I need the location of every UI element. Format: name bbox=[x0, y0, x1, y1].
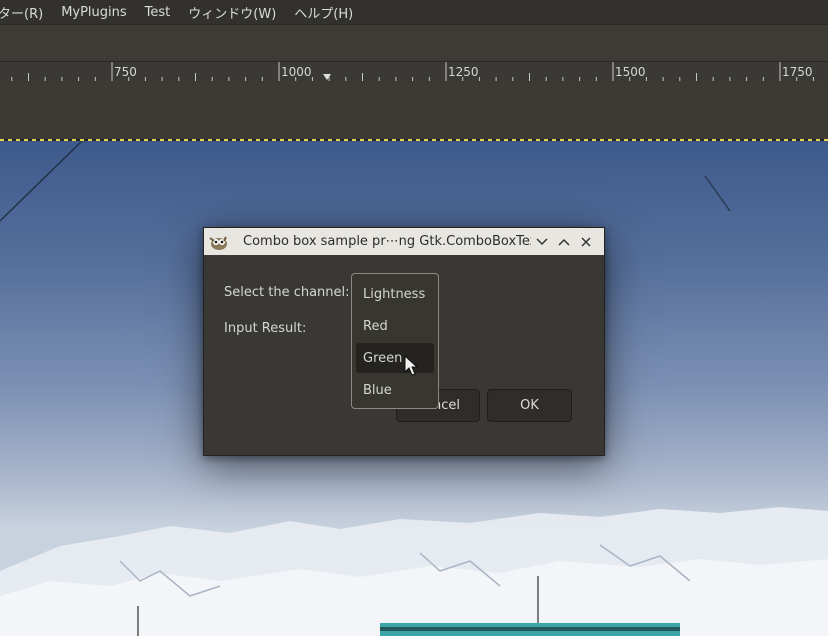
option-blue[interactable]: Blue bbox=[356, 375, 434, 405]
option-lightness[interactable]: Lightness bbox=[356, 279, 434, 309]
ruler-label: 1250 bbox=[448, 65, 479, 79]
dialog-title: Combo box sample pr⋯ng Gtk.ComboBoxText bbox=[243, 234, 531, 249]
channel-dropdown-popup: Lightness Red Green Blue bbox=[351, 273, 439, 409]
tool-options-strip bbox=[0, 24, 828, 62]
canvas-padding bbox=[0, 81, 828, 139]
menu-help[interactable]: ヘルプ(H) bbox=[285, 3, 362, 22]
channel-label: Select the channel: bbox=[224, 285, 350, 300]
ruler-label: 1750 bbox=[782, 65, 813, 79]
menu-myplugins[interactable]: MyPlugins bbox=[52, 5, 135, 20]
menu-filters[interactable]: ター(R) bbox=[0, 3, 52, 22]
input-result-label: Input Result: bbox=[224, 321, 307, 336]
dialog-titlebar[interactable]: Combo box sample pr⋯ng Gtk.ComboBoxText bbox=[204, 228, 604, 255]
ruler-label: 1000 bbox=[281, 65, 312, 79]
chevron-up-icon[interactable] bbox=[553, 231, 575, 253]
ruler-pointer-marker bbox=[323, 74, 331, 80]
ok-button[interactable]: OK bbox=[487, 389, 572, 422]
menu-windows[interactable]: ウィンドウ(W) bbox=[179, 3, 285, 22]
close-icon[interactable] bbox=[575, 231, 597, 253]
mouse-pointer-icon bbox=[404, 355, 418, 376]
option-green[interactable]: Green bbox=[356, 343, 434, 373]
menu-test[interactable]: Test bbox=[136, 5, 180, 20]
horizontal-ruler[interactable]: 750 1000 1250 1500 1750 bbox=[0, 61, 828, 82]
chevron-down-icon[interactable] bbox=[531, 231, 553, 253]
ruler-label: 750 bbox=[114, 65, 137, 79]
option-red[interactable]: Red bbox=[356, 311, 434, 341]
menu-bar: ター(R) MyPlugins Test ウィンドウ(W) ヘルプ(H) bbox=[0, 0, 828, 24]
gimp-icon bbox=[209, 236, 227, 250]
ruler-label: 1500 bbox=[615, 65, 646, 79]
